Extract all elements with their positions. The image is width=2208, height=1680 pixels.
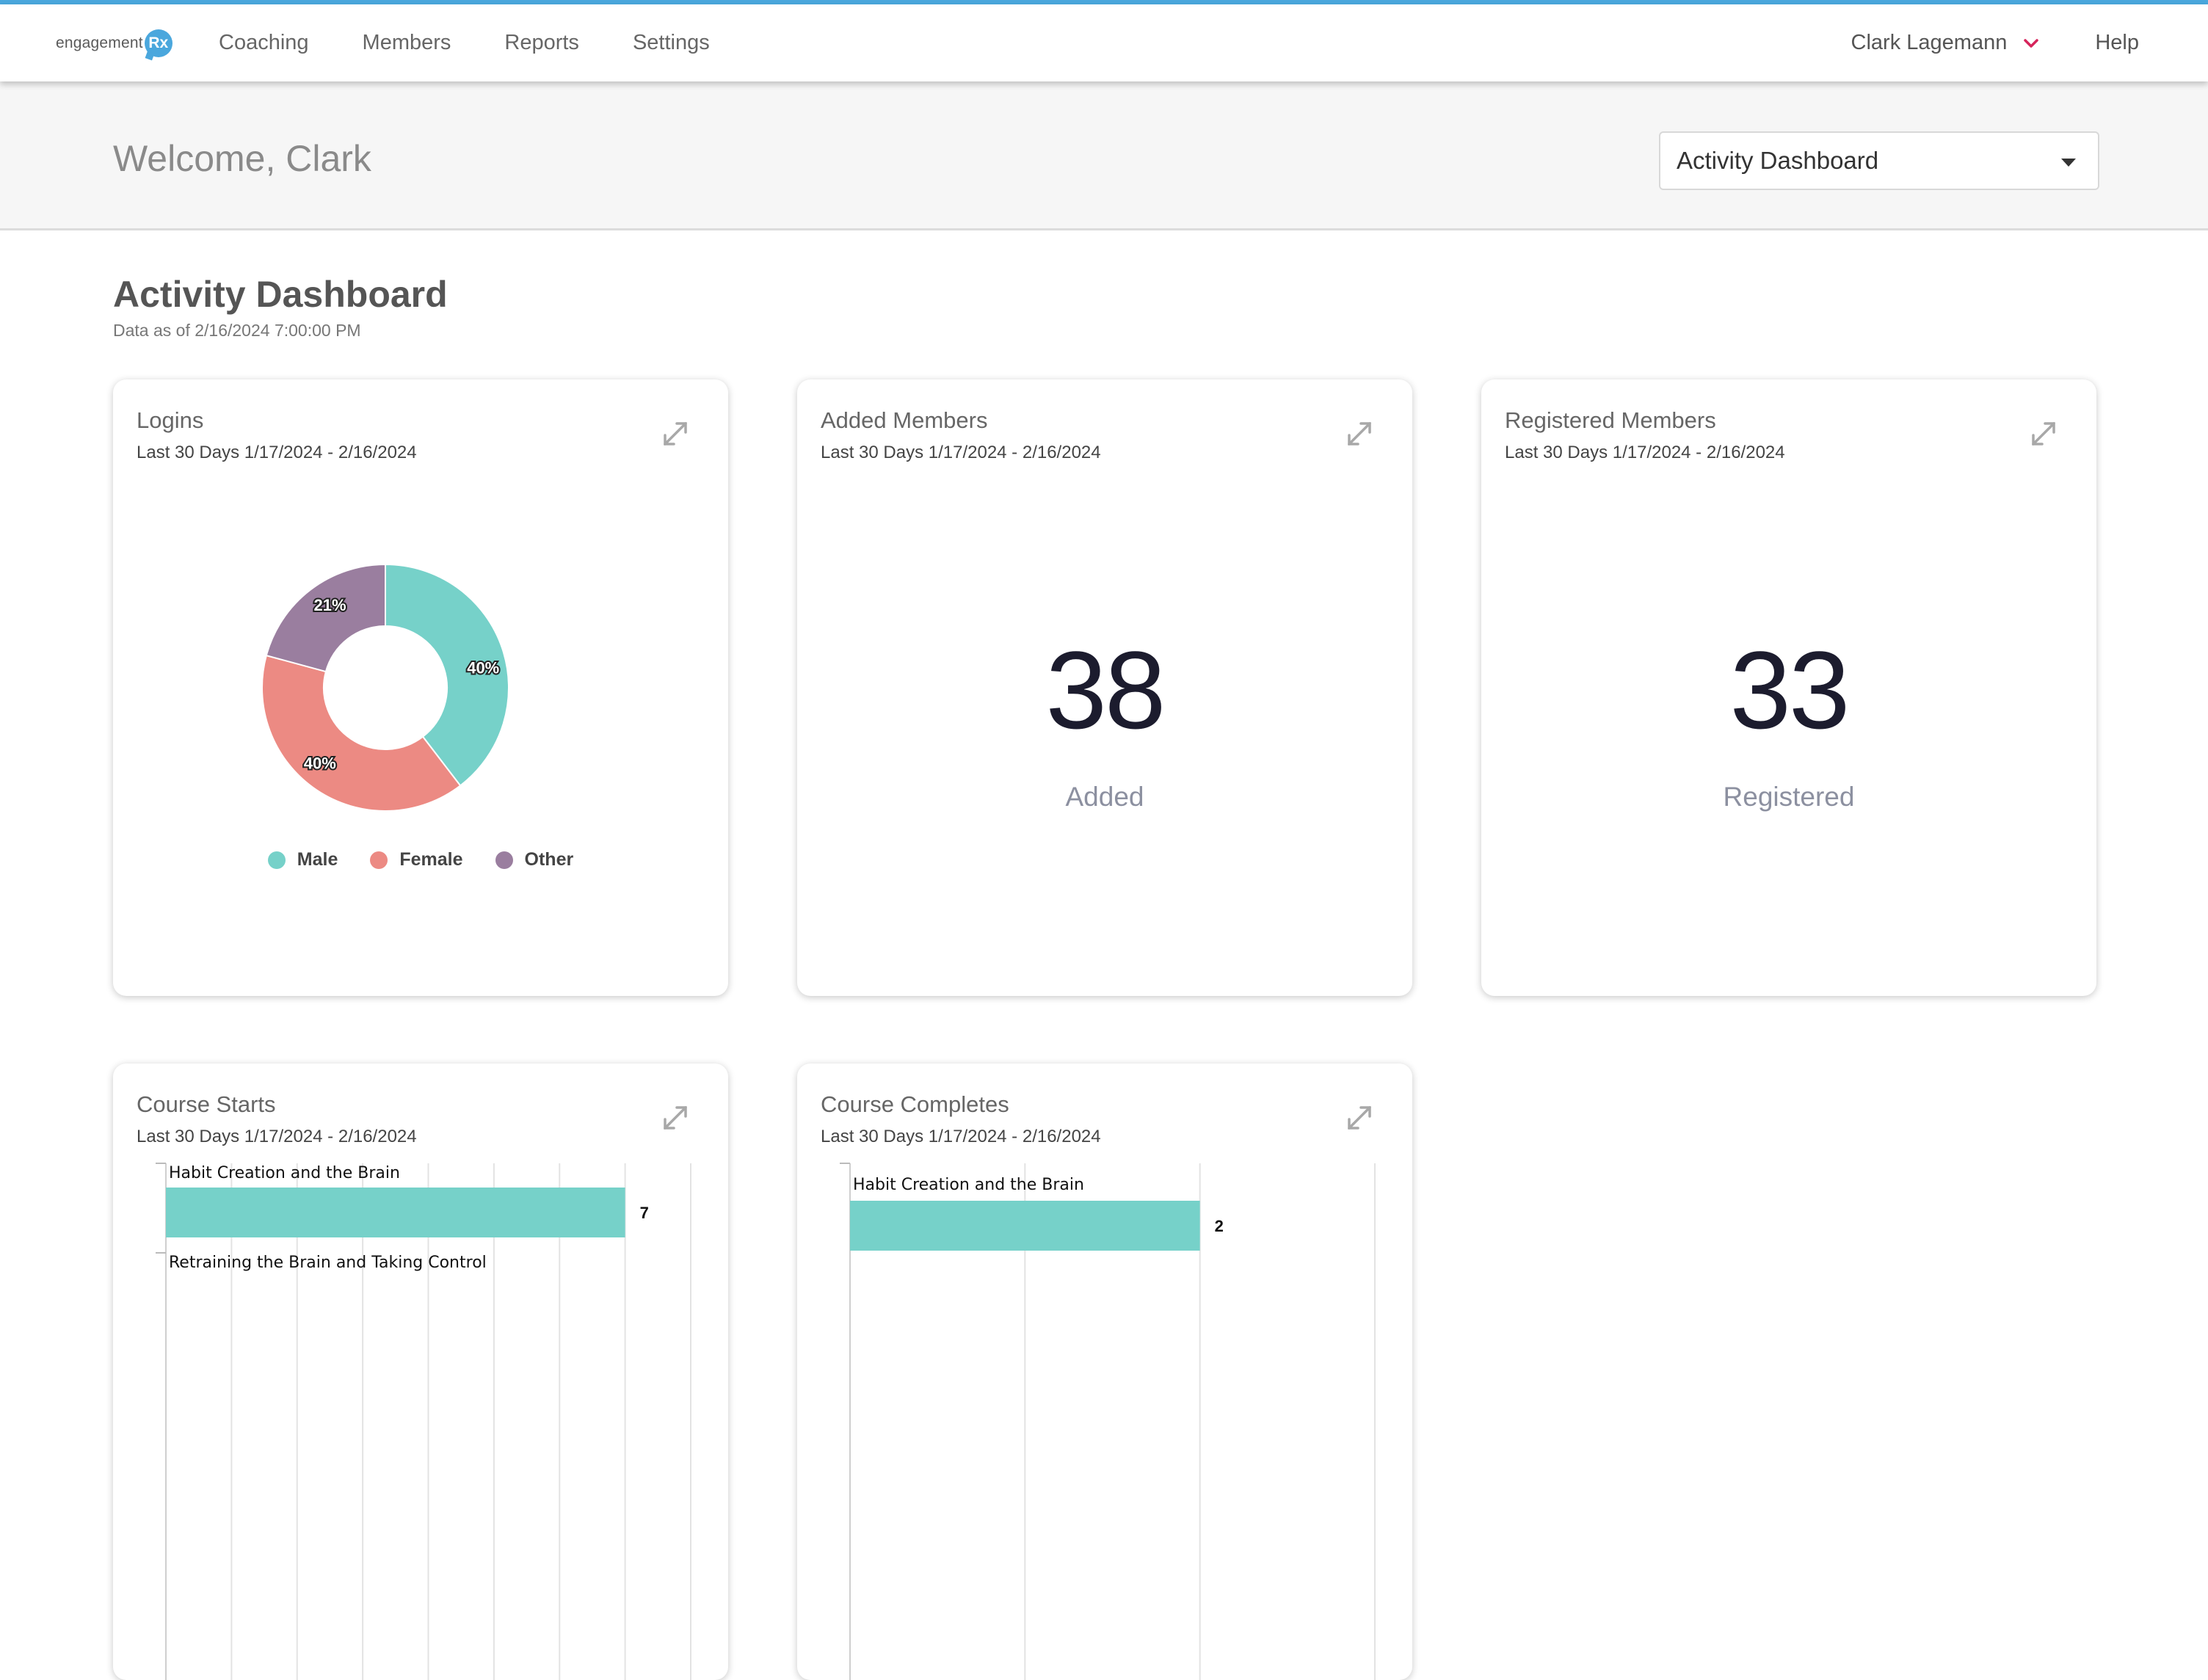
category-label: Habit Creation and the Brain <box>169 1164 400 1182</box>
legend-label: Male <box>297 849 338 870</box>
help-link[interactable]: Help <box>2095 31 2139 55</box>
course-starts-bar-chart: Habit Creation and the Brain 7 Retraining … <box>156 1163 691 1680</box>
bar-value-label: 2 <box>1215 1217 1224 1235</box>
legend-swatch <box>495 851 513 869</box>
expand-icon[interactable] <box>1345 419 1374 448</box>
donut-data-label: 40% <box>467 659 499 677</box>
nav-members[interactable]: Members <box>363 31 451 55</box>
bar-value-label: 7 <box>640 1204 649 1222</box>
logo-text: engagement <box>56 34 143 51</box>
welcome-greeting: Welcome, Clark <box>113 138 371 179</box>
legend-item-male[interactable]: Male <box>267 849 338 870</box>
legend-label: Other <box>524 849 574 870</box>
welcome-banner: Welcome, Clark Activity Dashboard <box>0 81 2208 230</box>
course-starts-card: Course Starts Last 30 Days 1/17/2024 - 2… <box>113 1063 728 1680</box>
card-subtitle: Last 30 Days 1/17/2024 - 2/16/2024 <box>1505 443 1785 462</box>
added-members-card: Added Members Last 30 Days 1/17/2024 - 2… <box>797 379 1412 996</box>
bar[interactable] <box>850 1201 1200 1251</box>
donut-data-label: 40% <box>304 754 336 773</box>
donut-slice-other[interactable] <box>265 563 386 673</box>
legend-item-other[interactable]: Other <box>495 849 574 870</box>
nav-coaching[interactable]: Coaching <box>219 31 309 55</box>
legend-swatch <box>267 851 286 869</box>
added-count: 38 <box>1045 628 1166 752</box>
legend-swatch <box>370 851 388 869</box>
chevron-down-icon <box>2024 38 2039 48</box>
page-title: Activity Dashboard <box>113 274 448 315</box>
logins-donut-chart: 40% 40% 21% <box>261 563 509 812</box>
added-label: Added <box>1065 782 1144 812</box>
registered-label: Registered <box>1723 782 1855 812</box>
logo-badge: Rx <box>144 29 172 57</box>
logins-legend: Male Female Other <box>113 849 728 870</box>
engagementrx-logo[interactable]: engagement Rx <box>56 29 172 57</box>
nav-right: Clark Lagemann Help <box>1851 4 2139 81</box>
data-timestamp: Data as of 2/16/2024 7:00:00 PM <box>113 321 361 340</box>
user-name: Clark Lagemann <box>1851 31 2008 54</box>
main-nav: Coaching Members Reports Settings <box>219 4 763 81</box>
caret-down-icon <box>2061 159 2076 167</box>
category-label: Retraining the Brain and Taking Control <box>169 1254 487 1272</box>
course-completes-bar-chart: Habit Creation and the Brain 2 <box>840 1163 1376 1680</box>
registered-members-card: Registered Members Last 30 Days 1/17/202… <box>1481 379 2096 996</box>
logins-card: Logins Last 30 Days 1/17/2024 - 2/16/202… <box>113 379 728 996</box>
donut-data-label: 21% <box>314 596 346 614</box>
card-title: Registered Members <box>1505 407 1716 433</box>
card-title: Added Members <box>821 407 988 433</box>
user-menu[interactable]: Clark Lagemann <box>1851 31 2041 55</box>
dashboard-select-value: Activity Dashboard <box>1677 147 1879 174</box>
legend-item-female[interactable]: Female <box>370 849 463 870</box>
expand-icon[interactable] <box>2029 419 2058 448</box>
nav-reports[interactable]: Reports <box>504 31 579 55</box>
course-completes-card: Course Completes Last 30 Days 1/17/2024 … <box>797 1063 1412 1680</box>
dashboard-select[interactable]: Activity Dashboard <box>1659 131 2099 190</box>
registered-count: 33 <box>1729 628 1851 752</box>
card-subtitle: Last 30 Days 1/17/2024 - 2/16/2024 <box>821 443 1101 462</box>
category-label: Habit Creation and the Brain <box>853 1176 1084 1194</box>
top-navigation: engagement Rx Coaching Members Reports S… <box>0 4 2208 81</box>
legend-label: Female <box>399 849 463 870</box>
nav-settings[interactable]: Settings <box>633 31 710 55</box>
bar[interactable] <box>166 1188 625 1237</box>
